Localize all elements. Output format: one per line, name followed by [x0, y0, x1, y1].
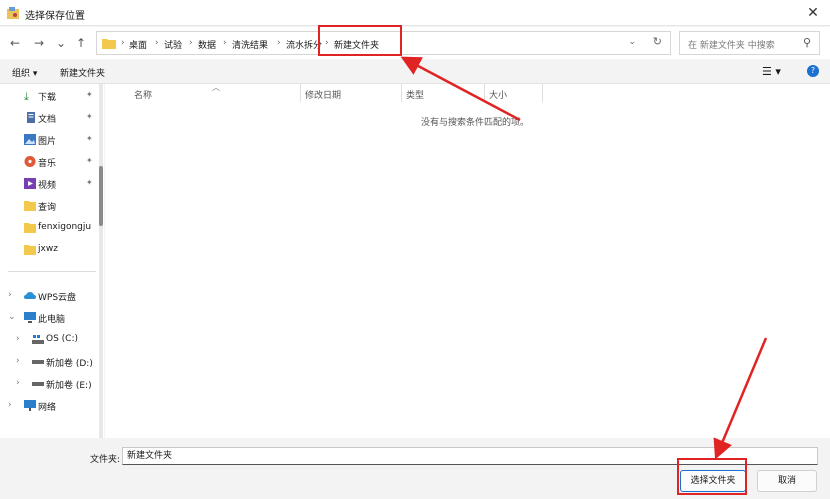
pin-icon: ✦	[86, 178, 93, 187]
folder-icon	[102, 39, 116, 49]
network-icon	[24, 400, 36, 411]
annotation-box-select-button	[677, 458, 747, 495]
up-icon[interactable]: ↑	[72, 34, 90, 52]
organize-menu[interactable]: 组织 ▾	[12, 66, 37, 79]
breadcrumb-desktop[interactable]: 桌面	[129, 38, 147, 51]
sidebar-item-label: OS (C:)	[46, 334, 78, 344]
sidebar-item-label: 查询	[38, 203, 57, 213]
search-placeholder: 在 新建文件夹 中搜索	[688, 41, 775, 51]
pin-icon: ✦	[86, 112, 93, 121]
breadcrumb-test[interactable]: 试验	[164, 38, 182, 51]
sidebar-item-label: 图片	[38, 137, 57, 147]
help-icon[interactable]: ?	[807, 65, 819, 77]
column-header-name[interactable]: 名称	[134, 88, 152, 101]
chevron-right-icon[interactable]: ›	[16, 356, 24, 366]
view-options-icon[interactable]: ☰ ▾	[762, 65, 781, 78]
cancel-button[interactable]: 取消	[757, 470, 817, 492]
music-icon	[24, 156, 36, 167]
drive-icon	[32, 382, 44, 386]
chevron-right-icon[interactable]: ›	[16, 378, 24, 388]
sidebar-item-label: 视频	[38, 181, 57, 191]
annotation-box-breadcrumb	[318, 25, 402, 56]
column-header-date[interactable]: 修改日期	[305, 88, 341, 101]
app-icon	[7, 7, 19, 19]
folder-icon	[24, 245, 36, 255]
navigation-pane: ⤓ 下载 ✦ 文档 ✦ 图片 ✦ 音乐 ✦ 视频 ✦ 查询 fenxigongj…	[0, 84, 104, 438]
sidebar-item-label: 文档	[38, 115, 57, 125]
sidebar-item-label: 新加卷 (D:)	[46, 359, 93, 369]
breadcrumb-clean-results[interactable]: 清洗结果	[232, 38, 268, 51]
picture-icon	[24, 134, 36, 145]
address-dropdown-icon[interactable]: ⌄	[628, 37, 636, 47]
sidebar-item-label: WPS云盘	[38, 293, 77, 303]
navigation-bar: ← → ⌄ ↑ › 桌面 › 试验 › 数据 › 清洗结果 › 流水拆分 › 新…	[0, 27, 830, 59]
document-icon	[27, 112, 35, 123]
sidebar-item-label: 音乐	[38, 159, 57, 169]
sidebar-item-label: 网络	[38, 403, 57, 413]
breadcrumb-data[interactable]: 数据	[198, 38, 216, 51]
computer-icon	[24, 312, 36, 323]
search-box[interactable]: 在 新建文件夹 中搜索 ⚲	[679, 31, 820, 55]
column-divider[interactable]	[401, 84, 402, 102]
sidebar-divider	[8, 271, 96, 272]
folder-icon	[24, 223, 36, 233]
video-icon	[24, 178, 36, 189]
empty-state-message: 没有与搜索条件匹配的项。	[421, 118, 530, 128]
column-divider[interactable]	[484, 84, 485, 102]
close-icon[interactable]: ✕	[802, 2, 824, 24]
refresh-icon[interactable]: ↻	[653, 35, 662, 48]
new-folder-button[interactable]: 新建文件夹	[60, 66, 105, 79]
chevron-right-icon[interactable]: ›	[8, 400, 16, 410]
breadcrumb-separator: ›	[223, 38, 227, 48]
chevron-right-icon[interactable]: ›	[16, 334, 24, 344]
chevron-right-icon[interactable]: ›	[8, 290, 16, 300]
column-header-size[interactable]: 大小	[489, 88, 507, 101]
sidebar-scrollbar[interactable]	[99, 84, 103, 438]
sidebar-item-label: fenxigongju	[38, 222, 92, 232]
breadcrumb-separator: ›	[189, 38, 193, 48]
scrollbar-thumb[interactable]	[99, 166, 103, 226]
sidebar-item-label: jxwz	[38, 244, 58, 254]
sort-indicator-icon: ︿	[212, 83, 220, 92]
cloud-icon	[24, 292, 36, 299]
chevron-down-icon[interactable]: ⌄	[8, 312, 16, 322]
window-title: 选择保存位置	[25, 11, 85, 22]
sidebar-item-label: 新加卷 (E:)	[46, 381, 92, 391]
forward-icon[interactable]: →	[30, 34, 48, 52]
sidebar-item-label: 此电脑	[38, 315, 66, 325]
breadcrumb-split[interactable]: 流水拆分	[286, 38, 322, 51]
pin-icon: ✦	[86, 134, 93, 143]
column-divider[interactable]	[542, 84, 543, 102]
search-icon[interactable]: ⚲	[803, 36, 811, 49]
folder-icon	[24, 201, 36, 211]
recent-locations-icon[interactable]: ⌄	[52, 34, 70, 52]
download-icon: ⤓	[24, 90, 29, 103]
command-toolbar: 组织 ▾ 新建文件夹 ☰ ▾ ?	[0, 60, 830, 84]
back-icon[interactable]: ←	[6, 34, 24, 52]
drive-icon	[32, 360, 44, 364]
pin-icon: ✦	[86, 90, 93, 99]
breadcrumb-separator: ›	[121, 38, 125, 48]
folder-field-label: 文件夹:	[90, 455, 121, 465]
drive-icon	[32, 335, 44, 344]
column-header-type[interactable]: 类型	[406, 88, 424, 101]
pin-icon: ✦	[86, 156, 93, 165]
sidebar-item-label: 下载	[38, 93, 57, 103]
breadcrumb-separator: ›	[155, 38, 159, 48]
column-divider[interactable]	[300, 84, 301, 102]
breadcrumb-separator: ›	[277, 38, 281, 48]
title-bar: 选择保存位置 ✕	[0, 0, 830, 26]
file-list[interactable]: ︿ 名称 修改日期 类型 大小 没有与搜索条件匹配的项。	[105, 83, 830, 438]
